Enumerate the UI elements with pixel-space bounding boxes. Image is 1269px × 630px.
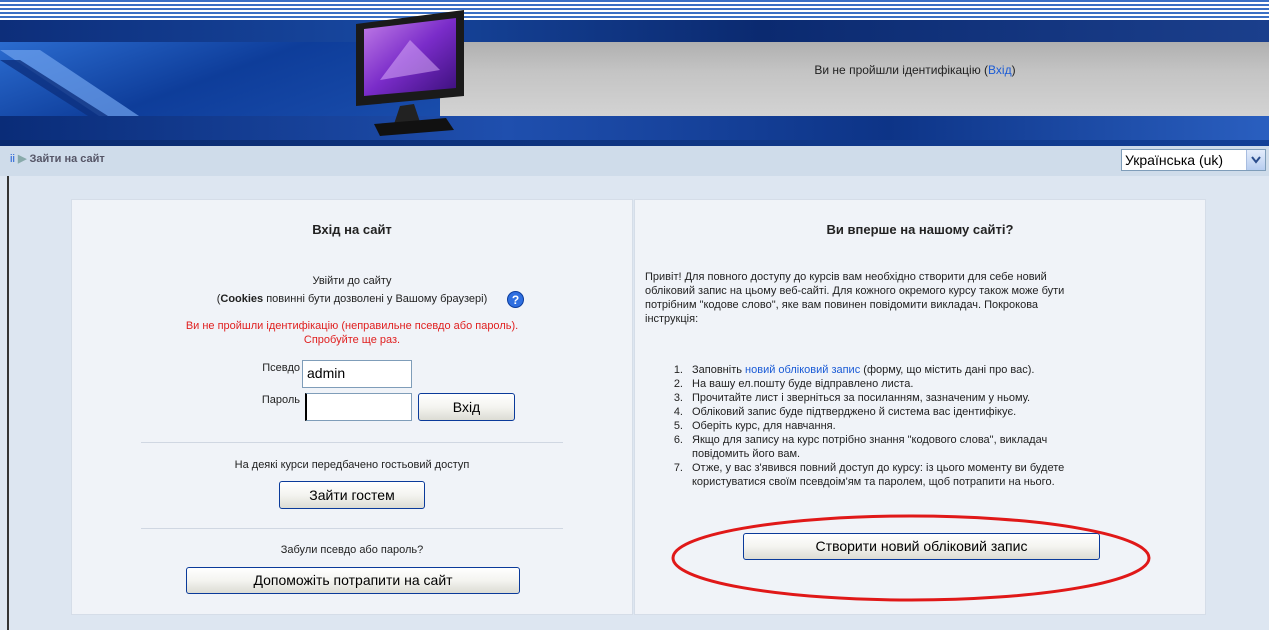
list-item: 2. На вашу ел.пошту буде відправлено лист… xyxy=(665,377,1165,391)
login-error-line1: Ви не пройшли ідентифікацію (неправильне… xyxy=(185,320,519,332)
list-item: 3. Прочитайте лист і зверніться за посила… xyxy=(665,391,1165,405)
signup-intro-line: обліковий запис на цьому веб-сайті. Для … xyxy=(645,285,1065,297)
help-icon[interactable]: ? xyxy=(507,291,524,308)
step1-prefix: Заповніть xyxy=(692,364,746,376)
breadcrumb-arrow-icon: ▶ xyxy=(17,153,27,165)
step-text: Якщо для запису на курс потрібно знання … xyxy=(692,434,1048,446)
step-text: Обліковий запис буде підтверджено й сист… xyxy=(692,406,1017,418)
list-item: 6. Якщо для запису на курс потрібно знанн… xyxy=(665,433,1165,447)
step-number: 1. xyxy=(673,364,683,376)
guest-login-button[interactable]: Зайти гостем xyxy=(279,481,425,509)
header-gray-panel xyxy=(440,42,1269,116)
step-number: 7. xyxy=(673,462,683,474)
svg-text:?: ? xyxy=(512,293,519,307)
step-number: 4. xyxy=(673,406,683,418)
login-button[interactable]: Вхід xyxy=(418,393,515,421)
navigation-bar: ii ▶ Зайти на сайт Українська (uk) xyxy=(0,146,1269,176)
step-number: 2. xyxy=(673,378,683,390)
monitor-logo-icon xyxy=(356,10,464,136)
list-item: 5. Оберіть курс, для навчання. xyxy=(665,419,1165,433)
breadcrumb-home-link[interactable]: ii xyxy=(10,153,15,165)
auth-status-text: Ви не пройшли ідентифікацію ( xyxy=(814,63,989,77)
highlight-ellipse xyxy=(671,514,1151,602)
login-subtitle: Увійти до сайту xyxy=(312,275,392,287)
step-text: Отже, у вас з'явився повний доступ до ку… xyxy=(692,462,1065,474)
step-text: Заповніть новий обліковий запис (форму, … xyxy=(692,363,1165,377)
step-text: користуватися своїм псевдоім'ям та парол… xyxy=(692,476,1055,488)
login-title: Вхід на сайт xyxy=(312,222,392,237)
step-text: повідомить його вам. xyxy=(692,448,801,460)
header-dark-band xyxy=(0,20,1269,42)
list-item: 4. Обліковий запис буде підтверджено й си… xyxy=(665,405,1165,419)
password-label: Пароль xyxy=(261,394,300,406)
header-bottom-bar xyxy=(0,116,1269,140)
language-select-value: Українська (uk) xyxy=(1125,152,1224,168)
new-account-link[interactable]: новий обліковий запис xyxy=(745,364,860,376)
list-item: 1. Заповніть новий обліковий запис (форм… xyxy=(665,363,1165,377)
step-number: 6. xyxy=(673,434,683,446)
signup-intro-line: інструкція: xyxy=(645,313,699,325)
password-field[interactable] xyxy=(305,393,412,421)
auth-status: Ви не пройшли ідентифікацію (Вхід) xyxy=(700,63,1130,77)
cookies-rest: повинні бути дозволені у Вашому браузері… xyxy=(263,293,488,305)
signup-title: Ви вперше на нашому сайті? xyxy=(826,222,1014,237)
page-header: Ви не пройшли ідентифікацію (Вхід) xyxy=(0,0,1269,146)
guest-access-text: На деякі курси передбачено гостьовий дос… xyxy=(234,459,470,471)
step-number: 5. xyxy=(673,420,683,432)
list-item: користуватися своїм псевдоім'ям та парол… xyxy=(665,475,1165,489)
list-item: 7. Отже, у вас з'явився повний доступ до … xyxy=(665,461,1165,475)
login-link[interactable]: Вхід xyxy=(988,63,1012,77)
step-text: На вашу ел.пошту буде відправлено листа. xyxy=(692,378,914,390)
signup-intro-line: потрібним "кодове слово", яке вам повине… xyxy=(645,299,1039,311)
separator xyxy=(141,528,563,529)
signup-steps-list: 1. Заповніть новий обліковий запис (форм… xyxy=(665,363,1165,489)
step1-suffix: (форму, що містить дані про вас). xyxy=(860,364,1035,376)
username-field[interactable]: admin xyxy=(302,360,412,388)
forgot-password-button[interactable]: Допоможіть потрапити на сайт xyxy=(186,567,520,594)
cookies-note: (Cookies повинні бути дозволені у Вашому… xyxy=(71,293,633,305)
signup-intro: Привіт! Для повного доступу до курсів ва… xyxy=(645,270,1180,326)
login-error-line2: Спробуйте ще раз. xyxy=(303,334,401,346)
chevron-down-icon xyxy=(1251,156,1261,164)
username-label: Псевдо xyxy=(262,362,300,374)
language-dropdown-button[interactable] xyxy=(1246,150,1265,170)
signup-intro-line: Привіт! Для повного доступу до курсів ва… xyxy=(645,271,1047,283)
forgot-password-text: Забули псевдо або пароль? xyxy=(280,544,424,556)
breadcrumb: ii ▶ Зайти на сайт xyxy=(10,152,105,165)
separator xyxy=(141,442,563,443)
language-select[interactable]: Українська (uk) xyxy=(1121,149,1266,171)
left-border xyxy=(7,176,9,630)
cookies-bold: Cookies xyxy=(220,293,264,305)
step-number: 3. xyxy=(673,392,683,404)
auth-status-close: ) xyxy=(1011,63,1016,77)
breadcrumb-current: Зайти на сайт xyxy=(29,153,105,165)
step-text: Прочитайте лист і зверніться за посиланн… xyxy=(692,392,1031,404)
step-text: Оберіть курс, для навчання. xyxy=(692,420,836,432)
list-item: повідомить його вам. xyxy=(665,447,1165,461)
